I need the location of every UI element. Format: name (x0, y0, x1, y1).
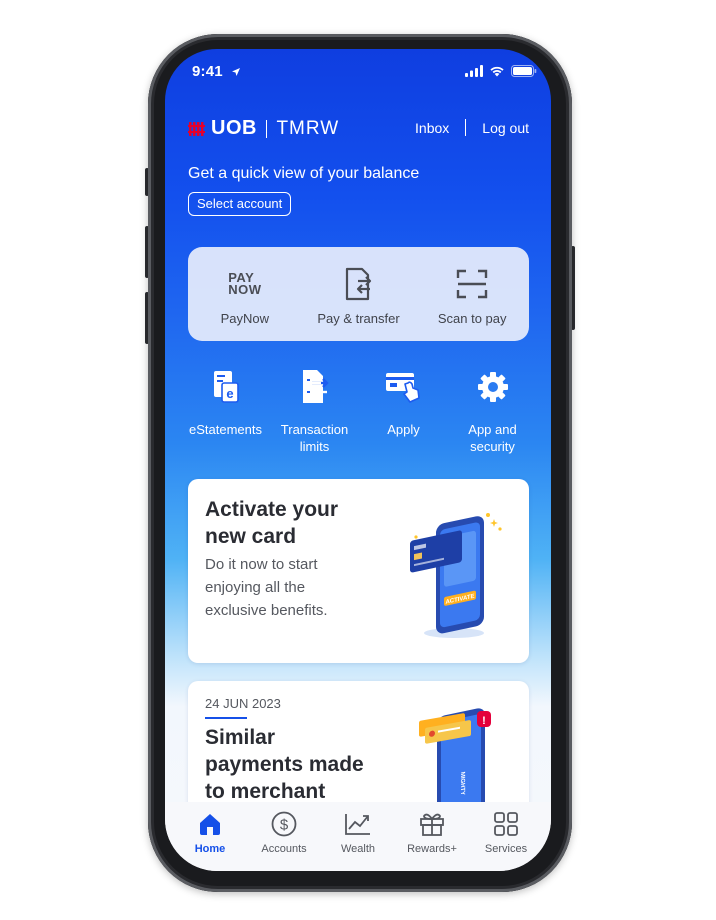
shortcut-apply[interactable]: Apply (359, 367, 448, 455)
dollar-icon: $ (271, 810, 297, 838)
grid-icon (493, 810, 519, 838)
battery-icon (511, 65, 537, 77)
shortcuts-row: e eStatements Transaction limits Apply A… (181, 367, 537, 455)
logout-link[interactable]: Log out (482, 120, 529, 136)
promo-title: Activate your new card (205, 498, 339, 548)
transaction-limits-icon (300, 367, 330, 407)
shortcut-label: Apply (387, 422, 420, 437)
nav-label: Home (194, 843, 226, 855)
shortcut-transaction-limits[interactable]: Transaction limits (270, 367, 359, 455)
shortcut-label: eStatements (189, 422, 262, 437)
nav-label: Rewards+ (407, 843, 457, 855)
logo-sub-text: TMRW (276, 117, 340, 139)
shortcut-label: Transaction limits (280, 422, 349, 454)
uob-logo-icon (188, 121, 205, 136)
nav-label: Services (484, 843, 528, 855)
nav-home[interactable]: Home (173, 802, 247, 871)
select-account-button[interactable]: Select account (188, 192, 292, 216)
nav-wealth[interactable]: Wealth (321, 802, 395, 871)
phone-card-illustration: ACTIVATE (410, 513, 502, 638)
nav-rewards[interactable]: Rewards+ (395, 802, 469, 871)
status-bar: 9:41 (165, 49, 551, 95)
gear-icon (476, 367, 510, 407)
promo-card-similar-payments[interactable]: 24 JUN 2023 Similar payments made to mer… (188, 681, 529, 821)
nav-accounts[interactable]: $ Accounts (247, 802, 321, 871)
promo-date: 24 JUN 2023 (205, 696, 281, 711)
status-time: 9:41 (192, 63, 223, 80)
shortcut-label: App and security (468, 422, 517, 454)
location-arrow-icon (232, 68, 240, 76)
bottom-nav: Home $ Accounts Wealth Rewards+ Services (165, 802, 551, 871)
svg-text:$: $ (280, 817, 289, 834)
logo-divider (265, 119, 268, 138)
balance-title: Get a quick view of your balance (188, 165, 420, 182)
promo-body: Do it now to start enjoying all the excl… (205, 556, 328, 619)
shortcut-estatements[interactable]: e eStatements (181, 367, 270, 455)
cellular-signal-icon (465, 65, 483, 77)
quick-action-label: PayNow (220, 311, 270, 326)
svg-text:e: e (226, 386, 233, 401)
promo-card-activate[interactable]: Activate your new card Do it now to star… (188, 479, 529, 663)
scan-icon (456, 267, 488, 301)
header-links: Inbox Log out (415, 119, 529, 136)
nav-label: Accounts (261, 843, 307, 855)
chart-icon (344, 810, 372, 838)
paynow-logo-line2-wrap: NOW (228, 282, 262, 297)
paynow-icon: PAY NOW (228, 267, 261, 301)
uob-tmrw-logo: UOB TMRW (188, 117, 339, 140)
quick-action-paynow[interactable]: PAY NOW PayNow (188, 247, 302, 341)
shortcut-app-security[interactable]: App and security (448, 367, 537, 455)
quick-actions-card: PAY NOW PayNow Pay & transfer Scan to pa… (188, 247, 529, 341)
quick-action-pay-transfer[interactable]: Pay & transfer (302, 247, 416, 341)
svg-text:!: ! (482, 715, 486, 727)
quick-action-label: Pay & transfer (317, 311, 400, 326)
logo-text: UOB (211, 117, 257, 139)
nav-services[interactable]: Services (469, 802, 543, 871)
paynow-logo-line2: NOW (228, 282, 262, 297)
quick-action-label: Scan to pay (437, 311, 507, 326)
header-separator (465, 119, 467, 136)
wifi-icon (490, 66, 504, 77)
nav-label: Wealth (340, 843, 376, 855)
mighty-art-text: MIGHTY (459, 771, 465, 796)
status-icons (465, 65, 537, 77)
pay-transfer-icon (344, 267, 374, 301)
estatement-icon: e (212, 367, 240, 407)
home-icon (198, 810, 222, 838)
app-screen: 9:41 UOB TMRW Inbox Log out Get a quick … (165, 49, 551, 871)
promo-date-underline (205, 717, 247, 719)
apply-card-icon (385, 367, 423, 407)
inbox-link[interactable]: Inbox (415, 120, 449, 136)
promo-title: Similar payments made to merchant (205, 726, 364, 803)
gift-icon (419, 810, 445, 838)
quick-action-scan[interactable]: Scan to pay (415, 247, 529, 341)
